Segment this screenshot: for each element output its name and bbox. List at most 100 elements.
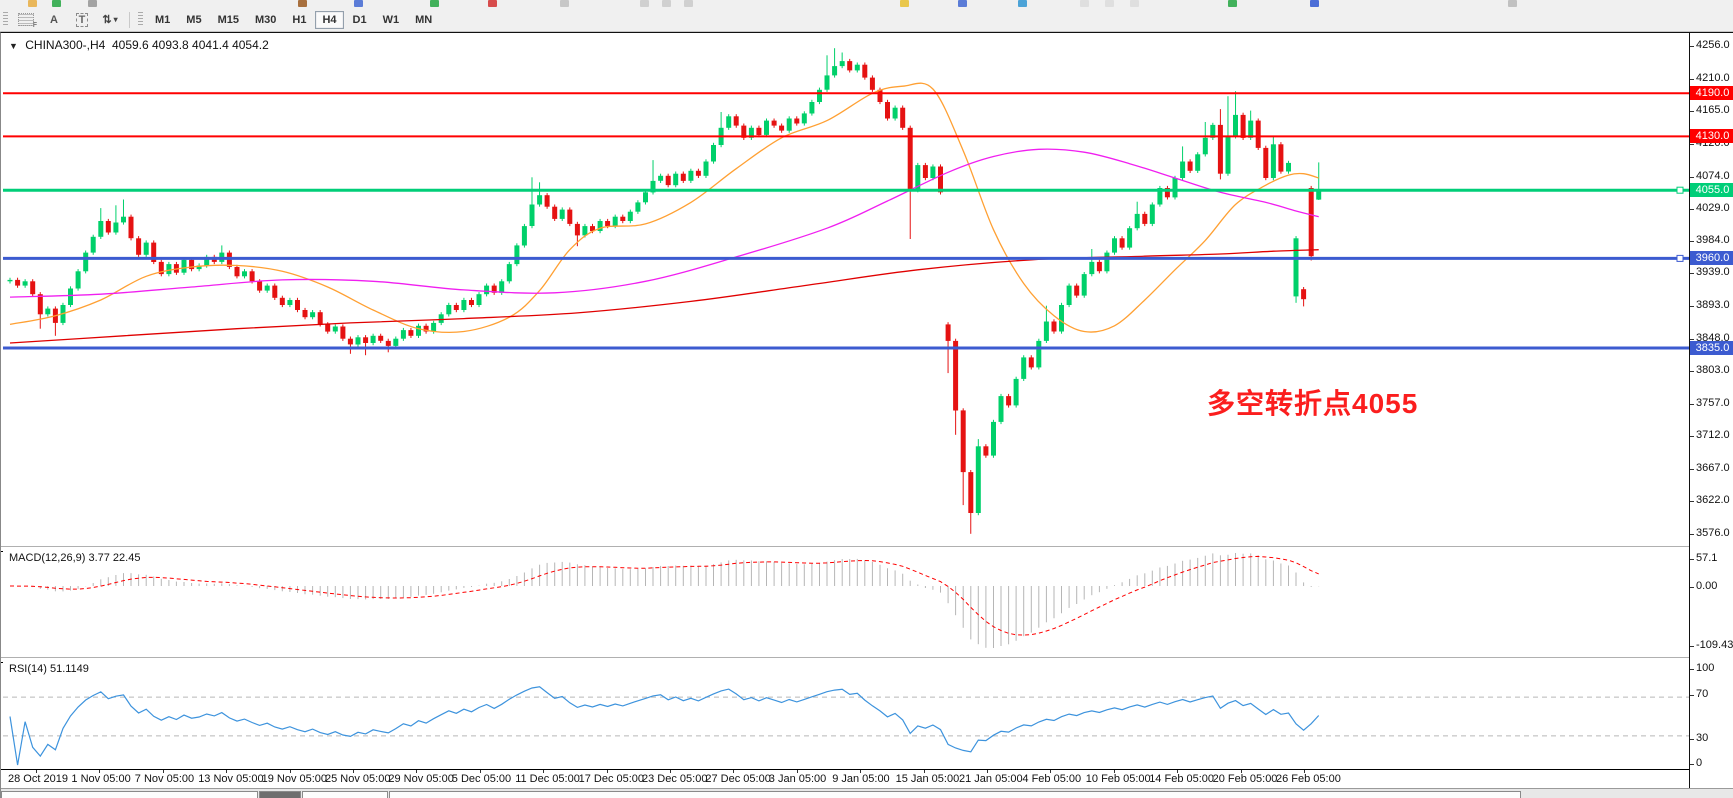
candlestick-plot[interactable] bbox=[3, 34, 1689, 546]
terminal-tab-edge bbox=[259, 791, 301, 798]
price-tick-label: 3712.0 bbox=[1696, 429, 1730, 441]
axis-tick bbox=[1690, 587, 1694, 588]
timeframe-button-h1[interactable]: H1 bbox=[285, 11, 313, 29]
time-tick-label: 20 Feb 05:00 bbox=[1213, 773, 1278, 785]
axis-tick bbox=[1690, 209, 1694, 210]
price-tick-label: 3893.0 bbox=[1696, 299, 1730, 311]
annotation-text[interactable]: 多空转折点4055 bbox=[1207, 382, 1418, 422]
clipped-toolbar-icon bbox=[1018, 0, 1027, 7]
symbol-dropdown-icon[interactable]: ▼ bbox=[9, 41, 18, 51]
rsi-plot[interactable] bbox=[3, 661, 1689, 770]
axis-tick bbox=[1690, 739, 1694, 740]
text-label-icon: A bbox=[50, 14, 58, 26]
time-tick-label: 29 Nov 05:00 bbox=[388, 773, 453, 785]
time-tick-label: 23 Dec 05:00 bbox=[642, 773, 707, 785]
timeframe-button-m30[interactable]: M30 bbox=[248, 11, 283, 29]
axis-tick bbox=[1690, 177, 1694, 178]
axis-tick bbox=[1690, 339, 1694, 340]
price-axis[interactable]: 4256.04210.04165.04120.04074.04029.03984… bbox=[1689, 33, 1733, 789]
axis-tick bbox=[1690, 404, 1694, 405]
price-tick-label: 4210.0 bbox=[1696, 72, 1730, 84]
macd-plot[interactable] bbox=[3, 550, 1689, 659]
rsi-pane[interactable]: RSI(14) 51.1149 bbox=[3, 661, 1689, 770]
time-tick-label: 19 Nov 05:00 bbox=[262, 773, 327, 785]
price-tick-label: 4165.0 bbox=[1696, 104, 1730, 116]
axis-tick bbox=[1690, 469, 1694, 470]
text-box-tool-button[interactable]: T bbox=[69, 9, 95, 30]
clipped-toolbar-icon bbox=[662, 0, 671, 7]
arrow-tool-button[interactable]: ⇅ ▾ bbox=[97, 9, 123, 30]
clipped-toolbar-icon bbox=[1228, 0, 1237, 7]
time-tick-label: 26 Feb 05:00 bbox=[1276, 773, 1341, 785]
pattern-grid-icon: F bbox=[18, 13, 34, 26]
price-level-badge: 3835.0 bbox=[1690, 341, 1733, 355]
axis-tick bbox=[1690, 559, 1694, 560]
clipped-toolbar-icon bbox=[560, 0, 569, 7]
time-tick-label: 28 Oct 2019 bbox=[8, 773, 68, 785]
time-tick-label: 7 Nov 05:00 bbox=[135, 773, 194, 785]
ma-mid-magenta bbox=[10, 149, 1319, 297]
time-tick-label: 17 Dec 05:00 bbox=[579, 773, 644, 785]
rsi-axis-label: 30 bbox=[1696, 732, 1708, 744]
clipped-toolbar-icon bbox=[1508, 0, 1517, 7]
price-tick-label: 3803.0 bbox=[1696, 364, 1730, 376]
time-tick-label: 11 Dec 05:00 bbox=[515, 773, 580, 785]
clipped-toolbar-icon bbox=[1105, 0, 1114, 7]
chart-ohlc-values: 4059.6 4093.8 4041.4 4054.2 bbox=[112, 38, 269, 52]
price-level-badge: 4190.0 bbox=[1690, 86, 1733, 100]
toolbar-drag-handle[interactable] bbox=[138, 12, 143, 27]
rsi-axis-label: 0 bbox=[1696, 757, 1702, 769]
ma-fast-orange bbox=[10, 83, 1319, 332]
text-box-icon: T bbox=[76, 13, 89, 27]
macd-axis-label: 57.1 bbox=[1696, 552, 1717, 564]
axis-tick bbox=[1690, 669, 1694, 670]
timeframe-button-w1[interactable]: W1 bbox=[376, 11, 407, 29]
price-pane[interactable]: ▼ CHINA300-,H4 4059.6 4093.8 4041.4 4054… bbox=[3, 34, 1689, 546]
price-tick-label: 3667.0 bbox=[1696, 462, 1730, 474]
macd-indicator-label: MACD(12,26,9) 3.77 22.45 bbox=[9, 552, 140, 564]
timeframe-button-h4[interactable]: H4 bbox=[315, 11, 343, 29]
time-tick-label: 3 Jan 05:00 bbox=[769, 773, 827, 785]
clipped-toolbar-icon bbox=[298, 0, 307, 7]
terminal-tab-edge bbox=[302, 791, 388, 798]
time-tick-label: 10 Feb 05:00 bbox=[1086, 773, 1151, 785]
timeframe-button-m1[interactable]: M1 bbox=[148, 11, 177, 29]
time-tick-label: 5 Dec 05:00 bbox=[452, 773, 511, 785]
timeframe-button-m5[interactable]: M5 bbox=[179, 11, 208, 29]
clipped-toolbar-icon bbox=[1080, 0, 1089, 7]
axis-tick bbox=[1690, 501, 1694, 502]
clipped-toolbar-icon bbox=[958, 0, 967, 7]
timeframe-button-d1[interactable]: D1 bbox=[346, 11, 374, 29]
time-tick-label: 9 Jan 05:00 bbox=[832, 773, 890, 785]
chevron-down-icon: ▾ bbox=[114, 15, 118, 24]
axis-tick bbox=[1690, 79, 1694, 80]
pattern-f-tool-button[interactable]: F bbox=[13, 9, 39, 30]
time-tick-label: 4 Feb 05:00 bbox=[1022, 773, 1081, 785]
macd-pane[interactable]: MACD(12,26,9) 3.77 22.45 bbox=[3, 550, 1689, 659]
clipped-toolbar-icon bbox=[354, 0, 363, 7]
text-label-tool-button[interactable]: A bbox=[41, 9, 67, 30]
clipped-toolbar-icon bbox=[28, 0, 37, 7]
macd-axis-label: 0.00 bbox=[1696, 580, 1717, 592]
axis-tick bbox=[1690, 764, 1694, 765]
clipped-toolbar-icon bbox=[52, 0, 61, 7]
time-axis[interactable]: 28 Oct 20191 Nov 05:007 Nov 05:0013 Nov … bbox=[3, 770, 1689, 787]
mt4-chart-screen: F A T ⇅ ▾ M1M5M15M30H1H4D1W1MN ▼ CHINA30… bbox=[0, 0, 1733, 798]
price-level-badge: 4055.0 bbox=[1690, 183, 1733, 197]
time-tick-label: 15 Jan 05:00 bbox=[896, 773, 960, 785]
timeframe-button-m15[interactable]: M15 bbox=[211, 11, 246, 29]
price-tick-label: 4256.0 bbox=[1696, 39, 1730, 51]
timeframe-button-mn[interactable]: MN bbox=[408, 11, 439, 29]
timeframe-group: M1M5M15M30H1H4D1W1MN bbox=[147, 11, 440, 29]
rsi-indicator-label: RSI(14) 51.1149 bbox=[9, 663, 89, 675]
clipped-toolbar-icon bbox=[1130, 0, 1139, 7]
axis-tick bbox=[1690, 111, 1694, 112]
toolbar-drag-handle[interactable] bbox=[3, 12, 8, 27]
axis-tick bbox=[1690, 46, 1694, 47]
time-tick-label: 25 Nov 05:00 bbox=[325, 773, 390, 785]
price-level-badge: 4130.0 bbox=[1690, 129, 1733, 143]
window-bottom-edge bbox=[1, 788, 1733, 798]
chart-symbol-timeframe: CHINA300-,H4 bbox=[25, 38, 105, 52]
time-tick-label: 14 Feb 05:00 bbox=[1149, 773, 1214, 785]
clipped-toolbar-icon bbox=[900, 0, 909, 7]
